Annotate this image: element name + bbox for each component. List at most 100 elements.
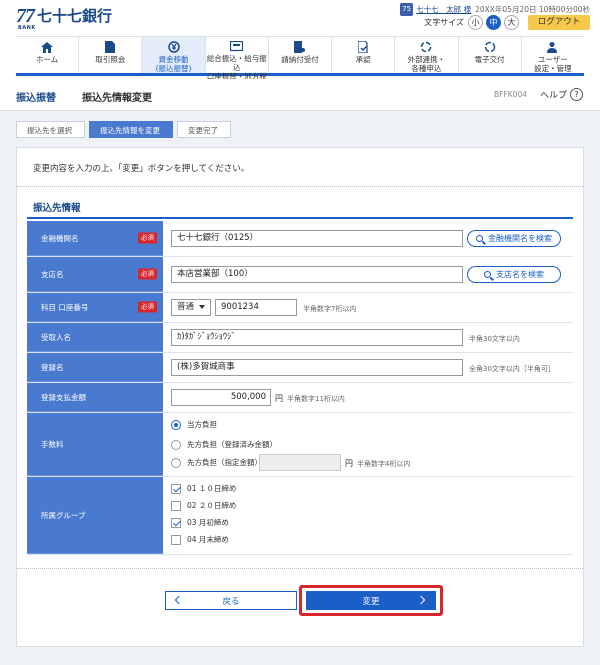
- branch-name-input[interactable]: 本店営業部（100）: [171, 266, 463, 283]
- section-title: 振込先情報: [33, 203, 81, 214]
- help-label: ヘルプ: [540, 91, 568, 101]
- label-text: 金融機関名: [41, 233, 79, 243]
- screen-id: BFFK004: [494, 90, 528, 99]
- document-icon: [103, 41, 117, 53]
- checkbox[interactable]: [171, 517, 181, 528]
- value-branch: 本店営業部（100） 支店名を検索: [163, 257, 573, 292]
- bank-logo[interactable]: 77 BANK 七十七銀行: [16, 6, 112, 31]
- bank-search-button[interactable]: 金融機関名を検索: [467, 230, 561, 247]
- checkbox[interactable]: [171, 483, 181, 494]
- account-type-select[interactable]: 普通: [171, 299, 211, 316]
- main-panel: 変更内容を入力の上、「変更」ボタンを押してください。 振込先情報 金融機関名 必…: [16, 147, 584, 647]
- row-group: 所属グループ 01 １０日締め 02 ２０日締め 03 月初締め 04 月末締め: [27, 477, 573, 555]
- font-large-button[interactable]: 大: [504, 15, 519, 30]
- value-group: 01 １０日締め 02 ２０日締め 03 月初締め 04 月末締め: [163, 477, 573, 554]
- row-fee: 手数料 当方負担 先方負担（登録済み金額） 先方負担（指定金額） 円 半角数字4…: [27, 413, 573, 477]
- button-label: 金融機関名を検索: [488, 234, 552, 243]
- value-recipient: ｶ)ﾀｶﾞｼﾞｮｳｼｮｳｼﾞ 半角30文字以内: [163, 323, 573, 352]
- amount-hint: 半角数字11桁以内: [287, 395, 345, 403]
- nav-e-delivery[interactable]: 電子交付: [459, 37, 522, 73]
- approval-icon: [356, 41, 370, 53]
- change-button[interactable]: 変更: [306, 591, 436, 610]
- back-button[interactable]: 戻る: [165, 591, 297, 610]
- label-text: 受取人名: [41, 332, 71, 342]
- nav-bulk-transfer[interactable]: 総合振込・給与振込 口座振替・地方税: [206, 37, 269, 81]
- recipient-form: 金融機関名 必須 七十七銀行（0125） 金融機関名を検索 支店名 必須 本店営…: [27, 221, 573, 555]
- row-bank: 金融機関名 必須 七十七銀行（0125） 金融機関名を検索: [27, 221, 573, 257]
- divider: [17, 568, 583, 569]
- user-icon: 75: [400, 3, 414, 16]
- chevron-right-icon: [416, 595, 426, 605]
- amount-input[interactable]: 500,000: [171, 389, 271, 406]
- label-text: 手数料: [41, 439, 64, 449]
- checkbox[interactable]: [171, 534, 181, 545]
- page-title: 振込先情報変更: [82, 93, 152, 104]
- option-label: 先方負担（登録済み金額）: [187, 440, 277, 449]
- registered-name-input[interactable]: (株)多賀城商事: [171, 359, 463, 376]
- card-icon: [230, 41, 244, 52]
- login-time: 20XX年05月20日 10時00分00秒: [475, 5, 590, 14]
- registered-name-hint: 全角30文字以内［半角可］: [469, 365, 555, 373]
- user-name-link[interactable]: 七十七 太郎 様: [416, 4, 471, 15]
- divider: [17, 186, 583, 187]
- nav-transfer[interactable]: 資金移動 (振込振替): [142, 37, 206, 73]
- font-size-label: 文字サイズ: [424, 18, 464, 27]
- label-text: 科目 口座番号: [41, 302, 89, 312]
- label-amount: 登録支払金額: [27, 383, 163, 412]
- bank-name-input[interactable]: 七十七銀行（0125）: [171, 230, 463, 247]
- nav-user-settings[interactable]: ユーザー 設定・管理: [522, 37, 584, 73]
- nav-label: 外部連携・: [407, 55, 446, 64]
- group-option-3[interactable]: 03 月初締め: [171, 517, 229, 528]
- help-icon: ?: [570, 88, 584, 101]
- logout-button[interactable]: ログアウト: [528, 15, 590, 30]
- label-recipient: 受取人名: [27, 323, 163, 352]
- recipient-name-input[interactable]: ｶ)ﾀｶﾞｼﾞｮｳｼｮｳｼﾞ: [171, 329, 463, 346]
- chevron-down-icon: [199, 305, 205, 309]
- button-label: 戻る: [222, 596, 240, 607]
- fee-option-ours[interactable]: 当方負担: [171, 419, 217, 430]
- label-account: 科目 口座番号 必須: [27, 293, 163, 322]
- nav-payment[interactable]: 請納付受付: [269, 37, 333, 73]
- nav-label: 資金移動: [158, 55, 189, 64]
- home-icon: [40, 41, 54, 53]
- font-medium-button[interactable]: 中: [486, 15, 501, 30]
- label-bank: 金融機関名 必須: [27, 221, 163, 256]
- nav-label: 総合振込・給与振込: [206, 54, 267, 72]
- row-amount: 登録支払金額 500,000 円 半角数字11桁以内: [27, 383, 573, 413]
- radio-button[interactable]: [171, 457, 181, 468]
- label-text: 登録名: [41, 362, 64, 372]
- button-label: 支店名を検索: [496, 270, 544, 279]
- nav-external[interactable]: 外部連携・ 各種申込: [395, 37, 459, 73]
- fee-hint: 半角数字4桁以内: [357, 460, 411, 468]
- nav-home[interactable]: ホーム: [16, 37, 80, 73]
- font-small-button[interactable]: 小: [468, 15, 483, 30]
- help-link[interactable]: ヘルプ ?: [540, 88, 584, 101]
- group-option-1[interactable]: 01 １０日締め: [171, 483, 236, 494]
- step-complete: 変更完了: [177, 121, 231, 138]
- radio-button[interactable]: [171, 419, 181, 430]
- required-badge: 必須: [138, 268, 157, 280]
- fee-option-theirs-registered[interactable]: 先方負担（登録済み金額）: [171, 439, 277, 450]
- account-number-input[interactable]: 9001234: [215, 299, 297, 316]
- radio-button[interactable]: [171, 439, 181, 450]
- select-value: 普通: [177, 302, 195, 312]
- recipient-hint: 半角30文字以内: [469, 335, 520, 343]
- group-option-2[interactable]: 02 ２０日締め: [171, 500, 236, 511]
- label-group: 所属グループ: [27, 477, 163, 554]
- search-icon: [476, 235, 483, 242]
- page-title-bar: 振込振替 振込先情報変更 BFFK004 ヘルプ ?: [0, 79, 600, 111]
- nav-sublabel: 設定・管理: [534, 64, 572, 73]
- group-option-4[interactable]: 04 月末締め: [171, 534, 229, 545]
- header: 77 BANK 七十七銀行 75 七十七 太郎 様 20XX年05月20日 10…: [0, 0, 600, 36]
- nav-label: 電子交付: [474, 55, 505, 64]
- change-button-highlight: 変更: [299, 585, 443, 616]
- label-fee: 手数料: [27, 413, 163, 476]
- delivery-icon: [483, 41, 497, 53]
- nav-approval[interactable]: 承認: [332, 37, 396, 73]
- fee-amount-input[interactable]: [259, 454, 341, 471]
- checkbox[interactable]: [171, 500, 181, 511]
- fee-option-theirs-specified[interactable]: 先方負担（指定金額）: [171, 457, 262, 468]
- nav-label: 請納付受付: [281, 55, 319, 64]
- nav-inquiry[interactable]: 取引照会: [79, 37, 143, 73]
- branch-search-button[interactable]: 支店名を検索: [467, 266, 561, 283]
